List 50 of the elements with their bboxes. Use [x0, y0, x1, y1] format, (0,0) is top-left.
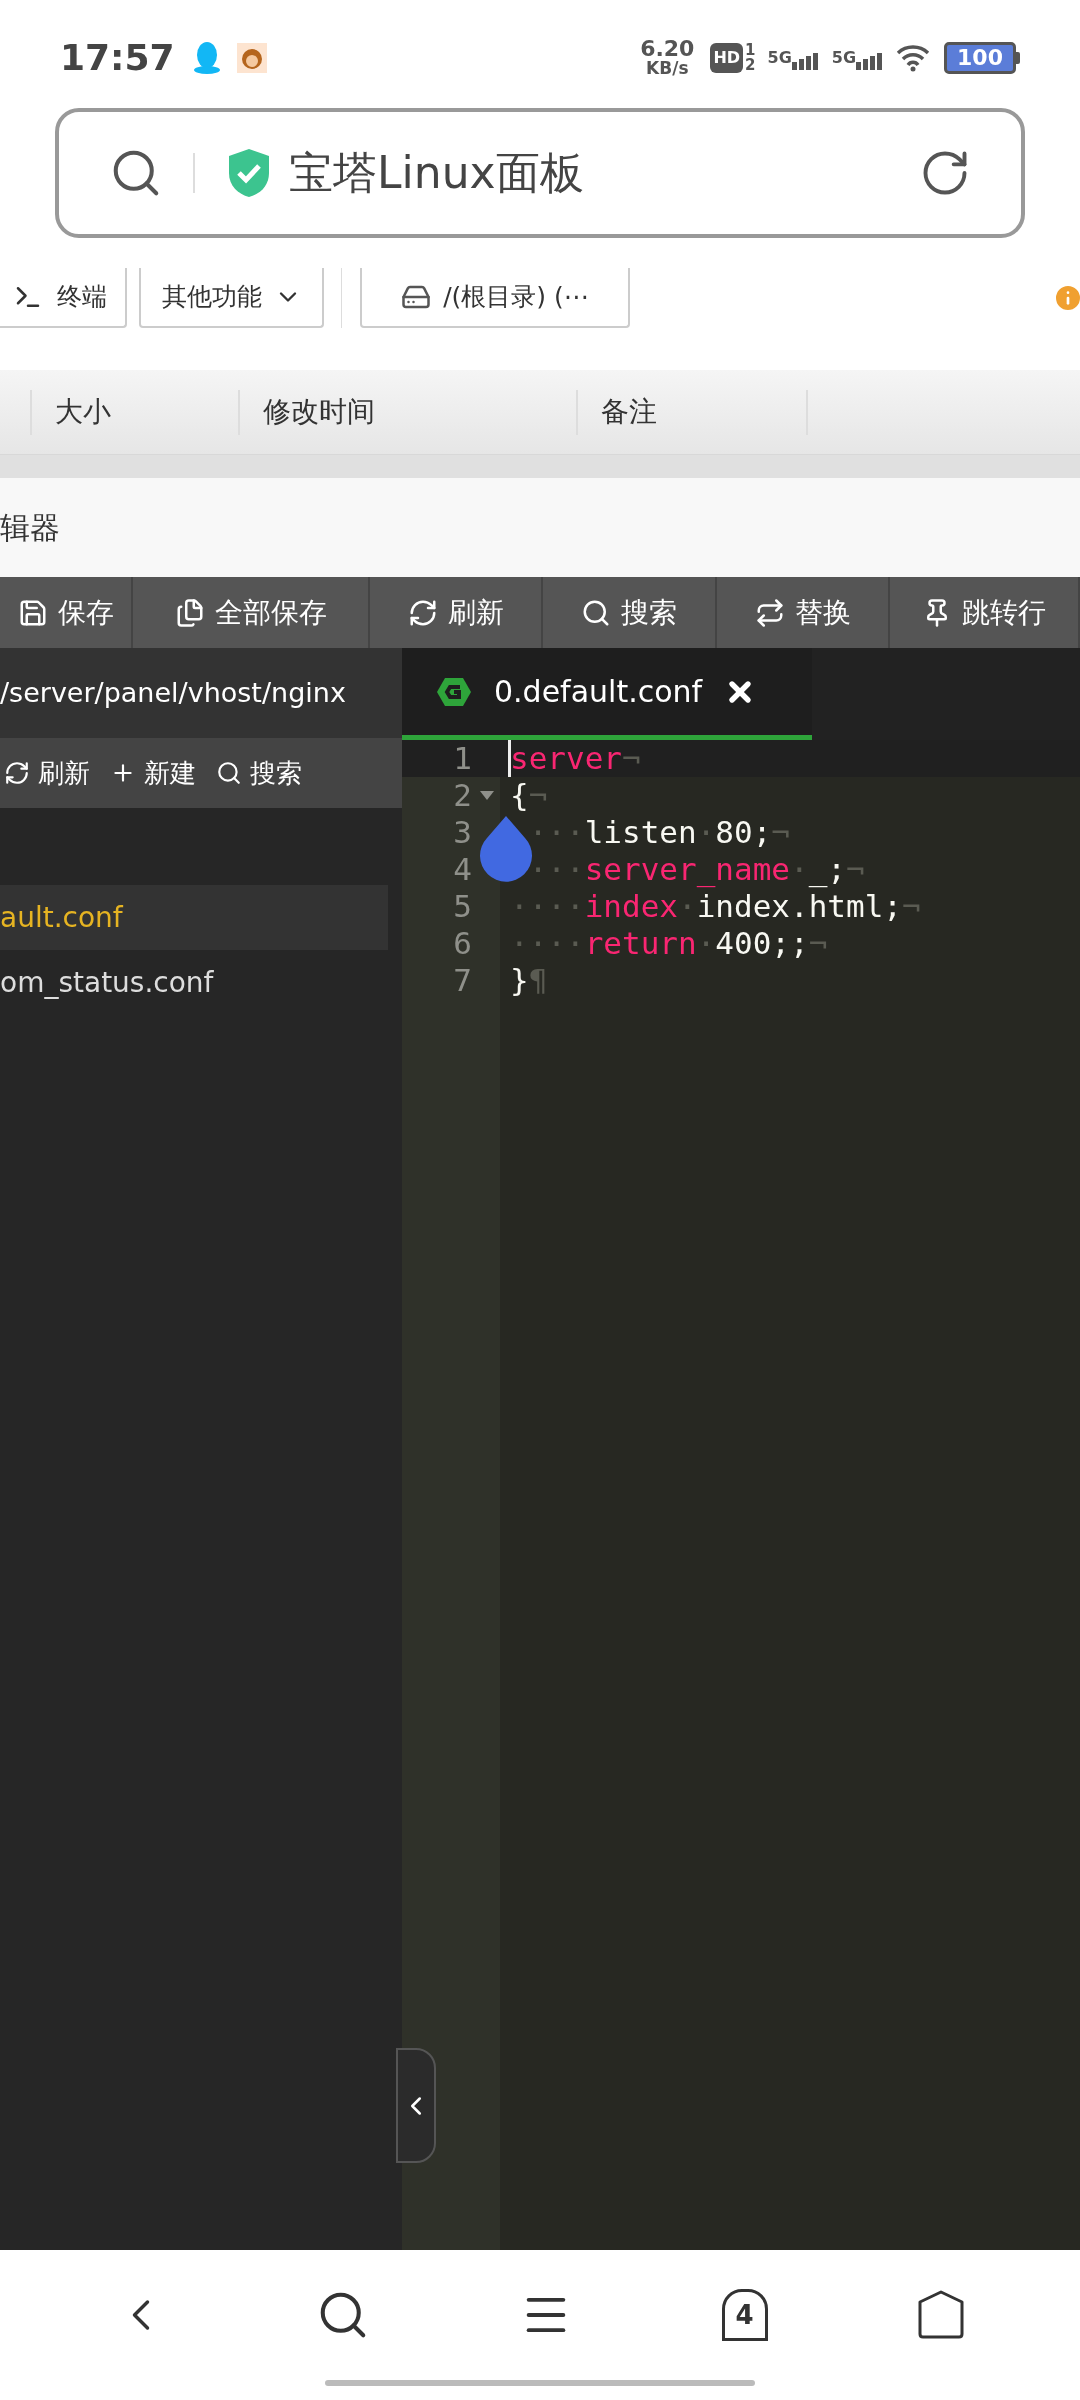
search-icon [216, 760, 242, 786]
file-item[interactable]: ault.conf [0, 885, 388, 950]
home-icon[interactable] [917, 2290, 966, 2340]
g-logo-icon [436, 675, 472, 708]
toolbar-button[interactable]: 终端 [0, 267, 127, 328]
page-title: 宝塔Linux面板 [289, 146, 584, 200]
hd-badge: HD [710, 42, 744, 73]
code-line: ···server_name·_;¬ [527, 851, 865, 888]
clock: 17:57 [60, 35, 175, 80]
file-tab[interactable]: 0.default.conf [402, 648, 812, 740]
speed-unit: KB/s [646, 60, 689, 77]
code-line: ···listen·80;¬ [527, 814, 790, 851]
sim-number: 1 [745, 42, 756, 58]
code-line: ····index·index.html;¬ [510, 888, 921, 925]
sidebar-action-button[interactable]: 新建 [110, 753, 196, 793]
line-number: 5 [453, 888, 472, 925]
collapse-handle[interactable] [396, 2048, 436, 2163]
toolbar-button[interactable]: /(根目录) (⋯ [360, 267, 630, 328]
sidebar-action-button[interactable]: 刷新 [4, 753, 90, 793]
network-speed: 6.20 [640, 38, 695, 60]
fold-arrow-icon[interactable] [480, 791, 494, 800]
selection-handle-icon[interactable] [480, 816, 532, 882]
tab-label: 0.default.conf [494, 673, 703, 711]
sim-number: 2 [745, 57, 756, 73]
line-number: 3 [453, 814, 472, 851]
code-line: }¶ [510, 962, 548, 999]
repeat-icon [754, 597, 785, 628]
toolbar-button[interactable]: 其他功能 [139, 267, 324, 328]
code-line: server¬ [510, 740, 641, 777]
column-header[interactable]: 修改时间 [263, 391, 375, 433]
code-line: {¬ [510, 777, 548, 814]
battery-indicator: 100 [944, 41, 1020, 74]
file-item[interactable]: om_status.conf [0, 950, 388, 1015]
tabs-button[interactable]: 4 [721, 2289, 768, 2341]
column-header[interactable]: 大小 [55, 391, 111, 433]
address-bar[interactable]: 宝塔Linux面板 [55, 108, 1025, 238]
sidebar-action-button[interactable]: 搜索 [216, 753, 302, 793]
column-header[interactable]: 备注 [601, 391, 657, 433]
line-number: 1 [453, 740, 472, 777]
network-type: 5G [767, 46, 792, 69]
line-number: 6 [453, 925, 472, 962]
refresh-icon [4, 760, 30, 786]
folder-path: /server/panel/vhost/nginx [0, 675, 346, 710]
line-number: 2 [453, 777, 472, 814]
code-line: ····return·400;;¬ [510, 925, 828, 962]
line-number: 7 [453, 962, 472, 999]
network-type: 5G [831, 46, 857, 69]
editor-title: 辑器 [0, 509, 60, 547]
line-number: 4 [453, 851, 472, 888]
wifi-icon [896, 43, 931, 72]
